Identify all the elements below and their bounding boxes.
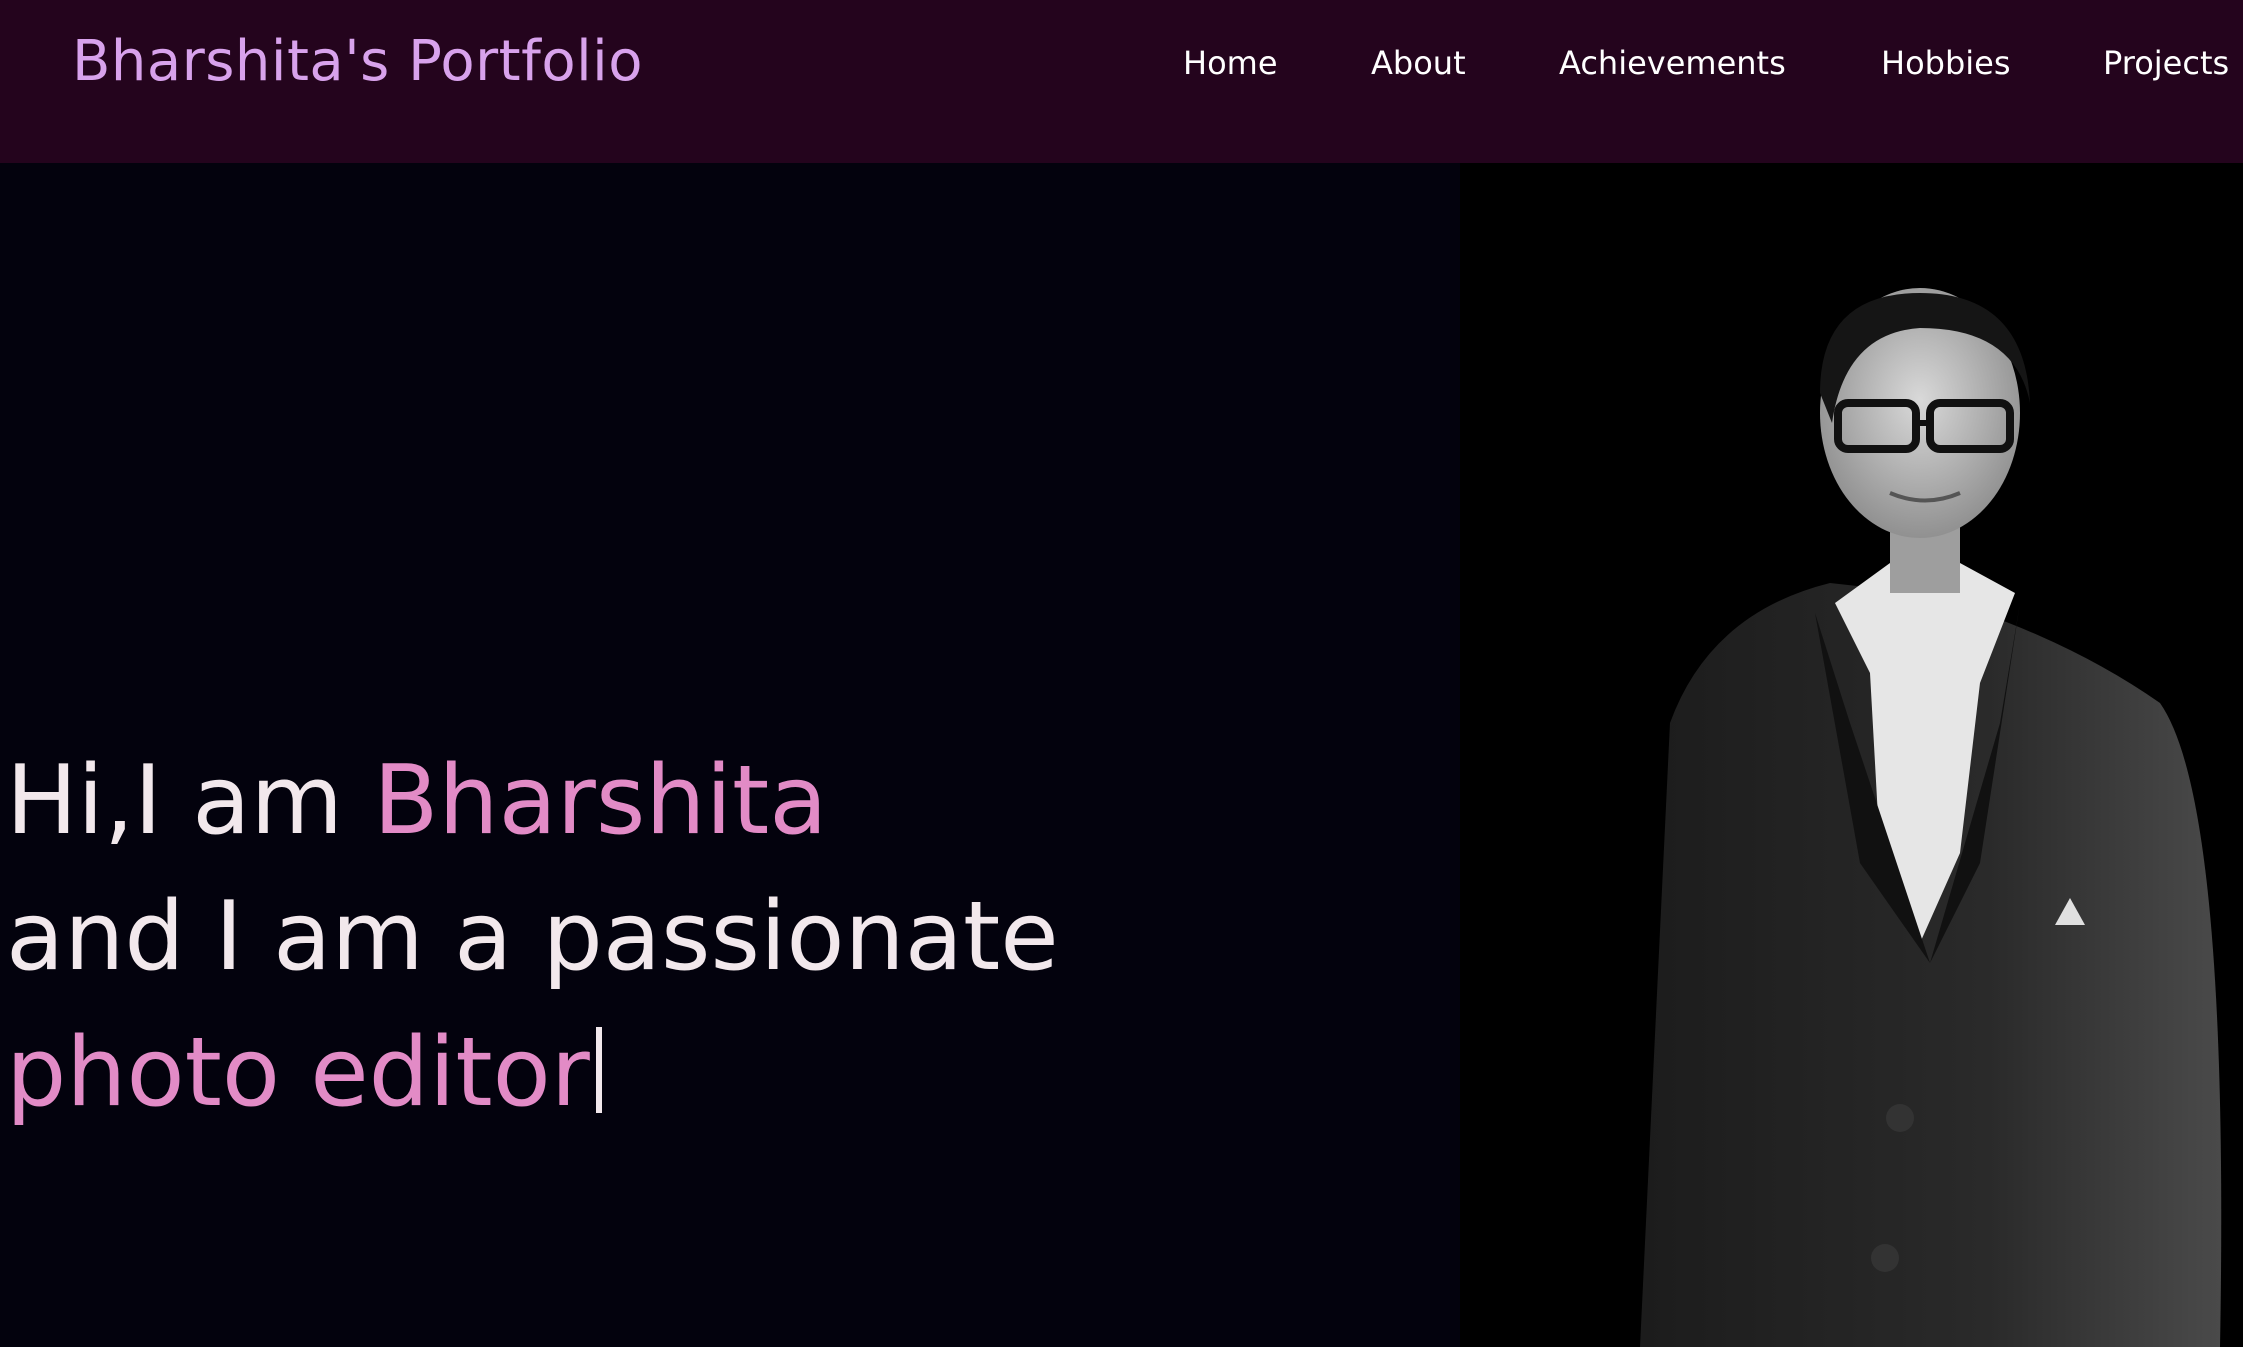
hero-line-2: and I am a passionate xyxy=(6,882,1059,992)
profile-photo xyxy=(1460,163,2243,1347)
portrait-photo-icon xyxy=(1460,163,2243,1347)
nav-achievements-link[interactable]: Achievements xyxy=(1559,38,1786,88)
brand-logo-text[interactable]: Bharshita's Portfolio xyxy=(72,22,643,102)
nav-about-link[interactable]: About xyxy=(1371,38,1466,88)
nav-home-link[interactable]: Home xyxy=(1183,38,1278,88)
hero-line-3: photo editor xyxy=(6,1005,1059,1141)
hero-heading: Hi,I am Bharshita and I am a passionate … xyxy=(6,733,1059,1141)
nav-hobbies-link[interactable]: Hobbies xyxy=(1881,38,2011,88)
hero-section: Hi,I am Bharshita and I am a passionate … xyxy=(0,163,2243,1347)
hero-line-1: Hi,I am Bharshita xyxy=(6,733,1059,869)
nav-projects-link[interactable]: Projects xyxy=(2103,38,2229,88)
hero-greeting: Hi,I am xyxy=(6,746,374,856)
portfolio-page: Bharshita's Portfolio Home About Achieve… xyxy=(0,0,2243,1347)
typing-cursor xyxy=(595,1027,602,1113)
hero-name: Bharshita xyxy=(373,746,828,856)
hero-typed-role: photo editor xyxy=(6,1018,590,1128)
navbar: Bharshita's Portfolio Home About Achieve… xyxy=(0,0,2243,163)
